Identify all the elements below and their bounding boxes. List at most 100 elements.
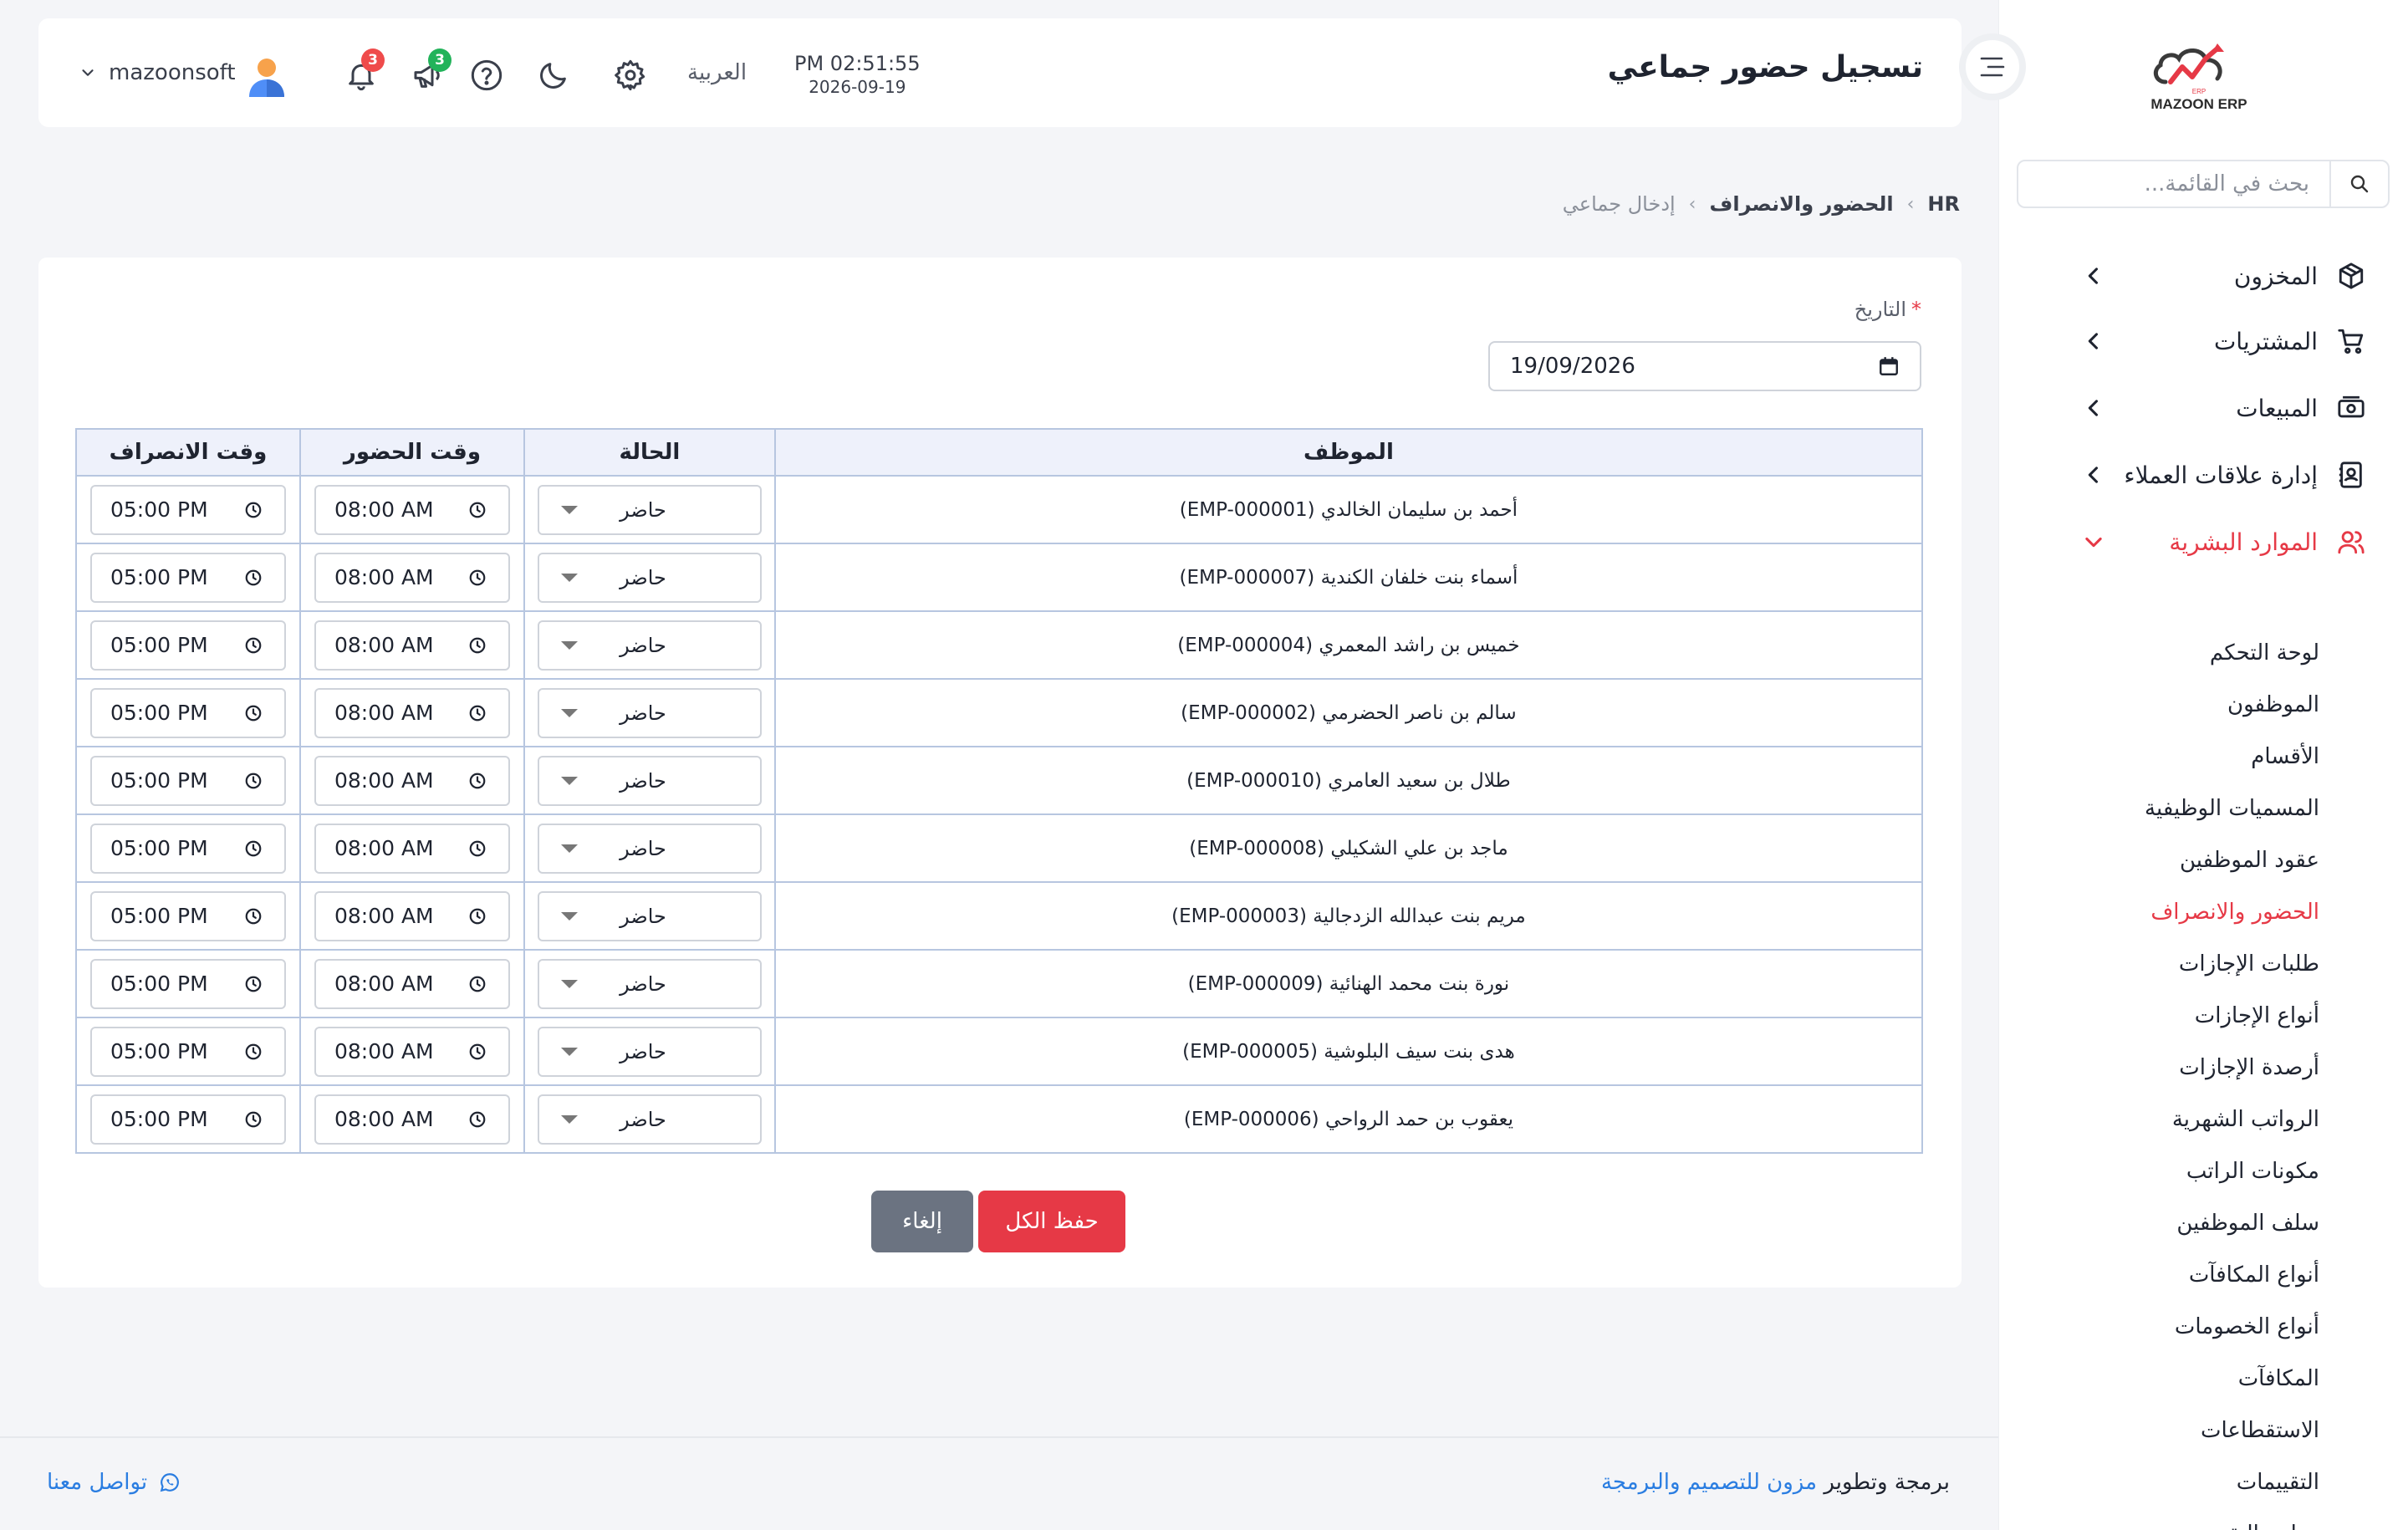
notifications-button[interactable]: 3	[344, 48, 385, 92]
status-select[interactable]: حاضر	[537, 958, 762, 1009]
status-select[interactable]: حاضر	[537, 823, 762, 874]
sidebar-subitem[interactable]: سلف الموظفين	[2176, 1202, 2319, 1244]
check-out-input[interactable]: 05:00 PM	[90, 755, 286, 806]
sidebar-subitem[interactable]: الحضور والانصراف	[2150, 891, 2319, 933]
sidebar-toggle-button[interactable]	[1959, 33, 2026, 100]
check-out-input[interactable]: 05:00 PM	[90, 958, 286, 1009]
clock-icon	[245, 705, 262, 721]
language-switch[interactable]: العربية	[687, 60, 747, 85]
sidebar-item-inventory[interactable]: المخزون	[1998, 251, 2408, 301]
check-in-input[interactable]: 08:00 AM	[314, 1026, 510, 1077]
sidebar-item-hr[interactable]: الموارد البشرية	[1998, 517, 2408, 567]
sidebar-subitem[interactable]: أنواع الخصومات	[2175, 1306, 2319, 1348]
announcements-button[interactable]: 3	[411, 48, 452, 92]
clock-icon	[469, 840, 486, 856]
clock-icon	[469, 637, 486, 653]
theme-toggle-button[interactable]	[537, 59, 570, 92]
dropdown-caret-icon	[560, 1047, 578, 1056]
table-row: أحمد بن سليمان الخالدي (EMP-000001) حاضر 0…	[75, 475, 1924, 544]
cancel-button[interactable]: إلغاء	[871, 1191, 973, 1252]
contact-link[interactable]: تواصل معنا	[47, 1470, 181, 1495]
sidebar-subitem[interactable]: المسميات الوظيفية	[2145, 788, 2319, 829]
status-value: حاضر	[620, 1107, 666, 1131]
breadcrumb-root[interactable]: HR	[1927, 192, 1960, 216]
check-in-input[interactable]: 08:00 AM	[314, 484, 510, 535]
clock-icon	[245, 908, 262, 924]
status-select[interactable]: حاضر	[537, 755, 762, 806]
check-out-input[interactable]: 05:00 PM	[90, 620, 286, 671]
status-select[interactable]: حاضر	[537, 620, 762, 671]
save-all-button[interactable]: حفظ الكل	[978, 1191, 1125, 1252]
sidebar-subitem[interactable]: مكونات الراتب	[2186, 1150, 2319, 1192]
avatar[interactable]	[246, 55, 288, 99]
sidebar-subitem[interactable]: الاستقطاعات	[2201, 1410, 2319, 1451]
sidebar-item-crm[interactable]: إدارة علاقات العملاء	[1998, 450, 2408, 500]
check-out-input[interactable]: 05:00 PM	[90, 1094, 286, 1145]
status-select[interactable]: حاضر	[537, 1094, 762, 1145]
notifications-badge: 3	[361, 48, 385, 72]
sidebar-subitem[interactable]: طلبات الإجازات	[2179, 943, 2319, 985]
date-input[interactable]: 19/09/2026	[1488, 341, 1921, 391]
check-out-value: 05:00 PM	[110, 701, 208, 725]
status-select[interactable]: حاضر	[537, 687, 762, 738]
check-in-input[interactable]: 08:00 AM	[314, 890, 510, 941]
credit-link[interactable]: مزون للتصميم والبرمجة	[1601, 1470, 1817, 1495]
table-row: خميس بن راشد المعمري (EMP-000004) حاضر 08:…	[75, 610, 1924, 680]
check-in-input[interactable]: 08:00 AM	[314, 755, 510, 806]
check-in-input[interactable]: 08:00 AM	[314, 958, 510, 1009]
status-select[interactable]: حاضر	[537, 552, 762, 603]
check-out-value: 05:00 PM	[110, 1107, 208, 1131]
sidebar-subitem[interactable]: أرصدة الإجازات	[2179, 1047, 2319, 1089]
sidebar-subitem[interactable]: أنواع الإجازات	[2195, 995, 2319, 1037]
sidebar-subitem[interactable]: الأقسام	[2251, 736, 2319, 778]
check-out-input[interactable]: 05:00 PM	[90, 552, 286, 603]
check-in-input[interactable]: 08:00 AM	[314, 552, 510, 603]
sidebar-subitem[interactable]: الموظفون	[2227, 684, 2319, 726]
svg-text:MAZOON ERP: MAZOON ERP	[2150, 96, 2247, 112]
sidebar-item-sales[interactable]: المبيعات	[1998, 383, 2408, 433]
calendar-icon[interactable]	[1878, 355, 1900, 377]
sidebar-search-input[interactable]	[2018, 161, 2329, 207]
check-in-input[interactable]: 08:00 AM	[314, 823, 510, 874]
brand-logo[interactable]: MAZOON ERP ERP	[2140, 33, 2258, 117]
breadcrumb: HR ‹ الحضور والانصراف ‹ إدخال جماعي	[1563, 192, 1960, 216]
check-in-value: 08:00 AM	[334, 565, 434, 589]
check-out-input[interactable]: 05:00 PM	[90, 1026, 286, 1077]
sidebar-item-label: المشتريات	[2213, 327, 2318, 355]
check-out-input[interactable]: 05:00 PM	[90, 823, 286, 874]
sidebar-subitem[interactable]: معايير التقييم	[2201, 1513, 2319, 1530]
status-select[interactable]: حاضر	[537, 1026, 762, 1077]
sidebar-subitem[interactable]: لوحة التحكم	[2210, 632, 2319, 674]
check-in-input[interactable]: 08:00 AM	[314, 1094, 510, 1145]
search-icon[interactable]	[2329, 161, 2388, 207]
page-title: تسجيل حضور جماعي	[1607, 50, 1923, 84]
help-button[interactable]	[470, 59, 503, 92]
chevron-down-icon	[82, 69, 94, 76]
sidebar-subitem[interactable]: التقييمات	[2237, 1461, 2319, 1503]
status-select[interactable]: حاضر	[537, 890, 762, 941]
check-out-input[interactable]: 05:00 PM	[90, 890, 286, 941]
sidebar-subitem[interactable]: المكافآت	[2238, 1358, 2319, 1400]
breadcrumb-current: إدخال جماعي	[1562, 192, 1676, 216]
table-row: أسماء بنت خلفان الكندية (EMP-000007) حاضر…	[75, 543, 1924, 612]
check-out-input[interactable]: 05:00 PM	[90, 484, 286, 535]
breadcrumb-section[interactable]: الحضور والانصراف	[1709, 192, 1893, 216]
check-in-input[interactable]: 08:00 AM	[314, 620, 510, 671]
sidebar-subitem[interactable]: الرواتب الشهرية	[2172, 1099, 2319, 1140]
sidebar-item-purchases[interactable]: المشتريات	[1998, 316, 2408, 366]
sidebar-subitem[interactable]: عقود الموظفين	[2180, 839, 2319, 881]
chevron-left-icon: ‹	[1906, 193, 1915, 215]
sidebar-subitem[interactable]: أنواع المكافآت	[2189, 1254, 2319, 1296]
chevron-left-icon	[2088, 333, 2099, 349]
table-header-row: الموظف الحالة وقت الحضور وقت الانصراف	[75, 428, 1924, 477]
clock-icon	[245, 569, 262, 585]
settings-button[interactable]	[614, 59, 647, 92]
status-select[interactable]: حاضر	[537, 484, 762, 535]
status-value: حاضر	[620, 1039, 666, 1063]
table-row: يعقوب بن حمد الرواحي (EMP-000006) حاضر 08:…	[75, 1084, 1924, 1154]
user-menu[interactable]: mazoonsoft	[79, 60, 236, 85]
cash-icon	[2336, 393, 2366, 423]
check-out-value: 05:00 PM	[110, 565, 208, 589]
check-in-input[interactable]: 08:00 AM	[314, 687, 510, 738]
check-out-input[interactable]: 05:00 PM	[90, 687, 286, 738]
